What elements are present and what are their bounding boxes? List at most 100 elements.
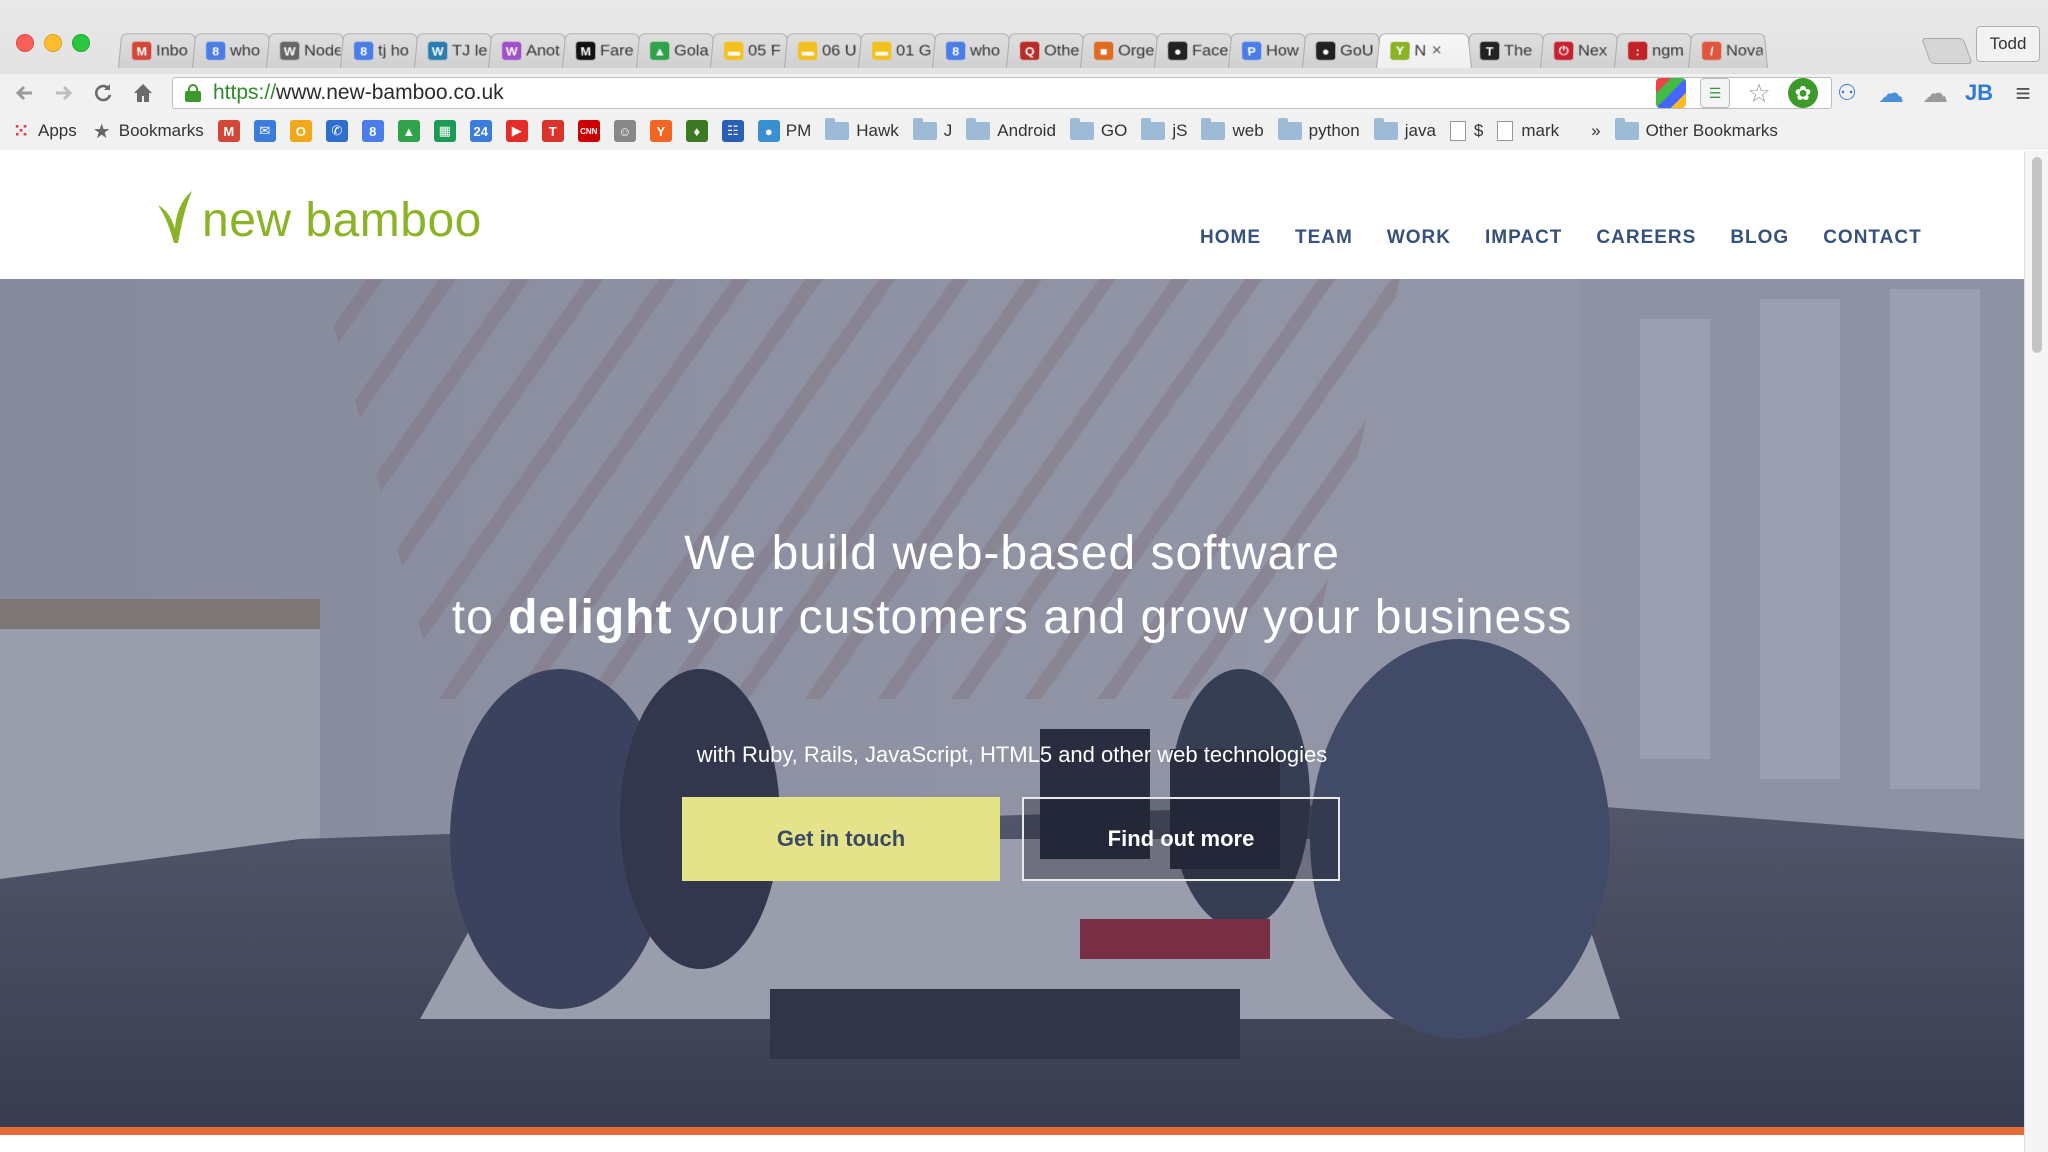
- windows-extension-icon[interactable]: [1656, 78, 1686, 108]
- bookmark-folder[interactable]: jS: [1141, 118, 1188, 141]
- find-out-more-button[interactable]: Find out more: [1022, 797, 1340, 881]
- cloud-icon[interactable]: ☁: [1876, 78, 1906, 108]
- get-in-touch-button[interactable]: Get in touch: [682, 797, 1000, 881]
- browser-tab[interactable]: P How: [1228, 33, 1308, 68]
- person-extension-icon[interactable]: ⚇: [1832, 78, 1862, 108]
- page-scrollbar[interactable]: [2024, 151, 2048, 1152]
- forward-arrow-icon: [56, 85, 73, 101]
- browser-tab[interactable]: ● Face: [1154, 33, 1234, 68]
- new-tab-button[interactable]: [1921, 38, 1973, 64]
- globe-icon: ●: [757, 120, 780, 142]
- evernote-icon[interactable]: ✿: [1788, 78, 1818, 108]
- sheets-icon: ▦: [433, 120, 456, 142]
- browser-tab[interactable]: W Anot: [488, 33, 568, 68]
- bookmark-folder[interactable]: Hawk: [825, 118, 899, 141]
- scrollbar-thumb[interactable]: [2032, 157, 2042, 353]
- nav-work[interactable]: WORK: [1387, 227, 1451, 249]
- bookmark-reddit[interactable]: ☺: [613, 120, 636, 142]
- other-bookmarks-folder[interactable]: Other Bookmarks: [1614, 118, 1778, 141]
- bookmark-folder[interactable]: Android: [966, 118, 1056, 141]
- tab-label: The: [1503, 41, 1533, 59]
- browser-tab[interactable]: ▬ 01 G: [858, 33, 938, 68]
- bookmark-cnn[interactable]: CNN: [577, 120, 600, 142]
- bookmark-t[interactable]: T: [541, 120, 564, 142]
- bookmark-page[interactable]: $: [1449, 121, 1483, 141]
- hero-overlay: [0, 279, 2024, 1127]
- browser-tab[interactable]: W TJ le: [414, 33, 494, 68]
- bookmark-folder[interactable]: java: [1373, 118, 1436, 141]
- bookmark-hacker-news[interactable]: Y: [649, 120, 672, 142]
- jetbrains-icon[interactable]: JB: [1964, 78, 1994, 108]
- browser-chrome: M Inbo 8 who W Node 8 tj ho W TJ le W Anot M Fare ▲ Gol…: [0, 0, 2048, 150]
- browser-tab[interactable]: M Fare: [562, 33, 642, 68]
- drive-icon: ▲: [397, 120, 420, 142]
- bookmark-people[interactable]: ☷: [721, 120, 744, 142]
- tab-label: Node: [303, 41, 341, 59]
- bookmark-folder[interactable]: J: [912, 118, 952, 141]
- nav-blog[interactable]: BLOG: [1730, 227, 1789, 249]
- profile-button[interactable]: Todd: [1976, 26, 2040, 62]
- browser-tab[interactable]: 8 who: [932, 33, 1012, 68]
- reload-button[interactable]: [88, 78, 118, 108]
- address-bar[interactable]: https://www.new-bamboo.co.uk: [172, 77, 1832, 109]
- bookmark-label: jS: [1172, 121, 1188, 140]
- home-button[interactable]: [128, 78, 158, 108]
- back-button[interactable]: [10, 78, 40, 108]
- browser-tab[interactable]: ▬ 06 U: [784, 33, 864, 68]
- toolbar: https://www.new-bamboo.co.uk ☰ ☆ ✿ ⚇ ☁ ☁…: [0, 74, 2048, 112]
- browser-tab[interactable]: T The: [1466, 33, 1546, 68]
- google-search-icon: 8: [205, 41, 226, 60]
- bookmark-folder[interactable]: GO: [1069, 118, 1127, 141]
- bookmark-youtube[interactable]: ▶: [505, 120, 528, 142]
- bookmark-globe[interactable]: ● PM: [757, 120, 811, 142]
- browser-tab[interactable]: 8 who: [192, 33, 272, 68]
- zoom-window-button[interactable]: [72, 34, 90, 52]
- forward-button[interactable]: [48, 78, 78, 108]
- menu-icon[interactable]: ≡: [2008, 78, 2038, 108]
- bookmarks-overflow-button[interactable]: »: [1591, 121, 1600, 141]
- bookmark-gmail[interactable]: M: [217, 120, 240, 142]
- cloud-outline-icon[interactable]: ☁: [1920, 78, 1950, 108]
- nav-home[interactable]: HOME: [1200, 227, 1261, 249]
- close-window-button[interactable]: [16, 34, 34, 52]
- tab-close-icon[interactable]: ×: [1431, 41, 1441, 60]
- nova-icon: /: [1701, 41, 1722, 60]
- bookmark-drop[interactable]: ♦: [685, 120, 708, 142]
- browser-tab[interactable]: ▲ Gola: [636, 33, 716, 68]
- nav-contact[interactable]: CONTACT: [1823, 227, 1921, 249]
- bookmark-page[interactable]: mark: [1497, 121, 1559, 141]
- bookmark-sheets[interactable]: ▦: [433, 120, 456, 142]
- bookmark-folder[interactable]: web: [1201, 118, 1264, 141]
- minimize-window-button[interactable]: [44, 34, 62, 52]
- nav-careers[interactable]: CAREERS: [1596, 227, 1696, 249]
- browser-tab[interactable]: Q Othe: [1006, 33, 1086, 68]
- bookmark-google-search[interactable]: 8: [361, 120, 384, 142]
- mailbox-icon: ✉: [253, 120, 276, 142]
- bookmark-drive[interactable]: ▲: [397, 120, 420, 142]
- bookmark-bookmarks[interactable]: ★ Bookmarks: [91, 120, 204, 143]
- browser-tab[interactable]: ● GoU: [1302, 33, 1382, 68]
- nav-team[interactable]: TEAM: [1295, 227, 1353, 249]
- bookmark-mailbox[interactable]: ✉: [253, 120, 276, 142]
- browser-tab[interactable]: 8 tj ho: [340, 33, 420, 68]
- browser-tab[interactable]: : ngm: [1614, 33, 1694, 68]
- reader-extension-icon[interactable]: ☰: [1700, 78, 1730, 108]
- quora-icon: Q: [1019, 41, 1040, 60]
- hacker-news-icon: Y: [649, 120, 672, 142]
- browser-tab[interactable]: ▬ 05 F: [710, 33, 790, 68]
- back-arrow-icon: [15, 85, 32, 101]
- bookmark-phone[interactable]: ✆: [325, 120, 348, 142]
- browser-tab[interactable]: ■ Orge: [1080, 33, 1160, 68]
- browser-tab[interactable]: W Node: [266, 33, 346, 68]
- bookmark-calendar[interactable]: 24: [469, 120, 492, 142]
- browser-tab[interactable]: ⏻ Nex: [1540, 33, 1620, 68]
- bookmark-folder[interactable]: python: [1277, 118, 1360, 141]
- bookmark-o[interactable]: O: [289, 120, 312, 142]
- browser-tab[interactable]: Y N ×: [1376, 33, 1472, 68]
- nav-impact[interactable]: IMPACT: [1485, 227, 1562, 249]
- browser-tab[interactable]: M Inbo: [118, 33, 198, 68]
- bookmark-apps[interactable]: ⁙ Apps: [10, 120, 76, 142]
- browser-tab[interactable]: / Nova: [1688, 33, 1768, 68]
- site-logo[interactable]: new bamboo: [156, 189, 482, 245]
- bookmark-star-icon[interactable]: ☆: [1744, 78, 1774, 108]
